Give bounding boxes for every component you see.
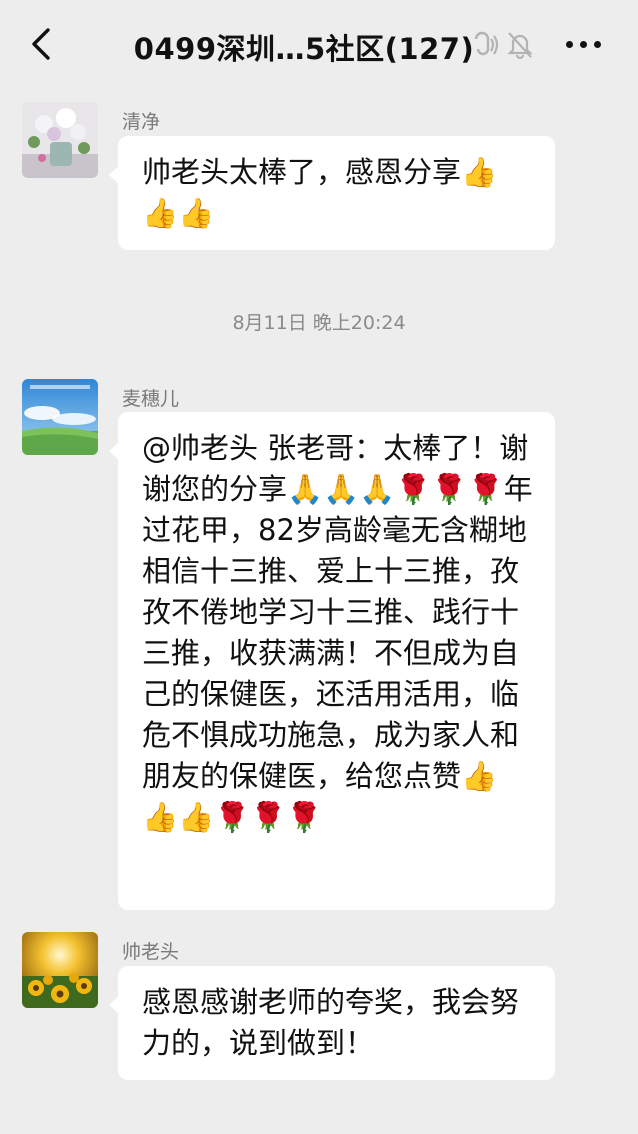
message-bubble[interactable]: 感恩感谢老师的夸奖，我会努力的，说到做到！ bbox=[109, 966, 555, 1080]
sender-name: 帅老头 bbox=[122, 941, 180, 963]
avatar[interactable] bbox=[22, 379, 98, 455]
sender-name: 清净 bbox=[122, 111, 161, 133]
flower-vase-avatar bbox=[22, 102, 98, 178]
message-bubble[interactable]: 帅老头太棒了，感恩分享👍👍👍 bbox=[109, 136, 555, 250]
avatar[interactable] bbox=[22, 932, 98, 1008]
chat-header: 0499深圳…5社区(127) bbox=[0, 0, 638, 88]
message-bubble[interactable]: @帅老头 张老哥：太棒了！谢谢您的分享🙏🙏🙏🌹🌹🌹年过花甲，82岁高龄毫无含糊地… bbox=[109, 412, 555, 910]
sunflower-sunset-avatar bbox=[22, 932, 98, 1008]
sky-field-avatar bbox=[22, 379, 98, 455]
sender-name: 麦穗儿 bbox=[122, 388, 180, 410]
chat-title[interactable]: 0499深圳…5社区(127) bbox=[0, 26, 638, 68]
timestamp: 8月11日 晚上20:24 bbox=[232, 312, 406, 334]
bell-mute-icon bbox=[507, 32, 533, 60]
avatar[interactable] bbox=[22, 102, 98, 178]
earpiece-icon bbox=[474, 31, 498, 56]
more-dots-icon[interactable] bbox=[564, 38, 604, 52]
